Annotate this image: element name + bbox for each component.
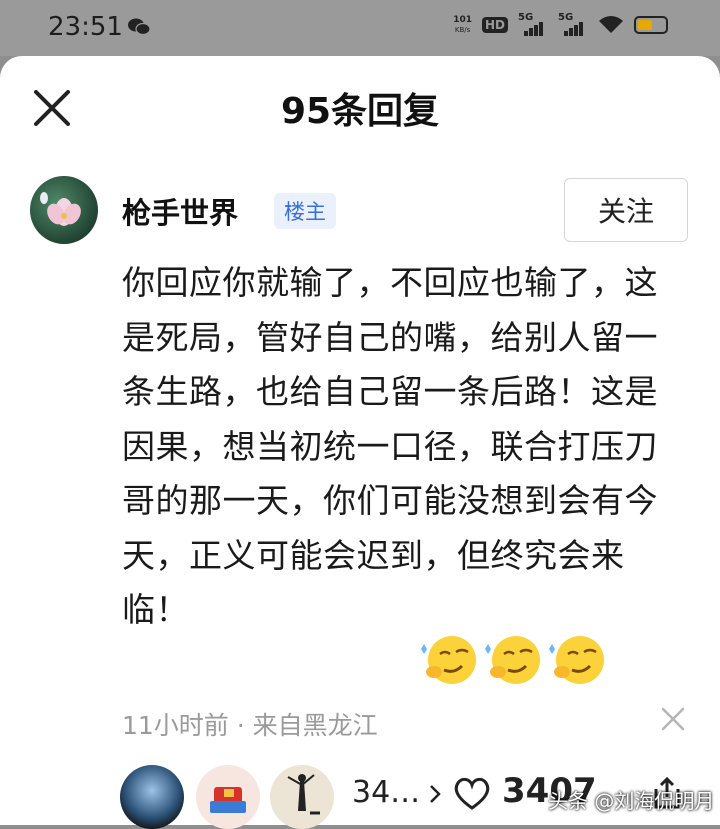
watermark: 头条 @刘海侃明月 [548, 789, 715, 813]
smirk-emoji-icon [485, 636, 540, 684]
smirk-emoji-icon [421, 636, 476, 684]
lotus-avatar-image [40, 192, 81, 226]
battery-fill [638, 20, 652, 30]
signal-icon-sim1: 5G [518, 12, 548, 36]
status-bar: 23:51 101 KB/s HD 5G 5G [0, 0, 720, 56]
likers-count[interactable]: 34… [352, 775, 420, 810]
replies-sheet: 95条回复 枪手世界 楼主 关注 你回应你就输了，不回应也输了，这是死局，管好自… [0, 56, 720, 829]
likes-row: 34… 3407 头条 @刘海侃明月 [0, 761, 720, 829]
status-time: 23:51 [48, 12, 123, 42]
author-name[interactable]: 枪手世界 [122, 190, 238, 232]
hd-badge: HD [481, 17, 508, 33]
liker-avatar[interactable] [120, 765, 184, 829]
sheet-title: 95条回复 [280, 91, 440, 132]
owner-badge: 楼主 [274, 193, 336, 229]
smirk-emoji-icon [549, 636, 604, 684]
chevron-right-icon[interactable] [428, 783, 442, 805]
heart-icon[interactable] [452, 775, 492, 811]
wechat-icon [128, 18, 150, 36]
gift-avatar-image [210, 787, 246, 813]
comment-text: 你回应你就输了，不回应也输了，这是死局，管好自己的嘴，给别人留一条生路，也给自己… [122, 263, 658, 629]
wifi-icon [599, 16, 623, 33]
liker-avatar[interactable] [270, 765, 334, 829]
dismiss-icon[interactable] [660, 706, 686, 732]
battery-icon [634, 16, 668, 34]
dancer-avatar-image [287, 774, 320, 815]
follow-button[interactable]: 关注 [564, 178, 688, 242]
signal-icon-sim2: 5G [558, 12, 588, 36]
network-speed: 101 KB/s [453, 15, 472, 34]
liker-avatar[interactable] [196, 765, 260, 829]
comment-meta: 11小时前 · 来自黑龙江 [122, 711, 378, 740]
status-icons: 101 KB/s HD 5G 5G [453, 12, 668, 36]
avatar[interactable] [30, 176, 98, 244]
emoji-row [420, 632, 608, 688]
